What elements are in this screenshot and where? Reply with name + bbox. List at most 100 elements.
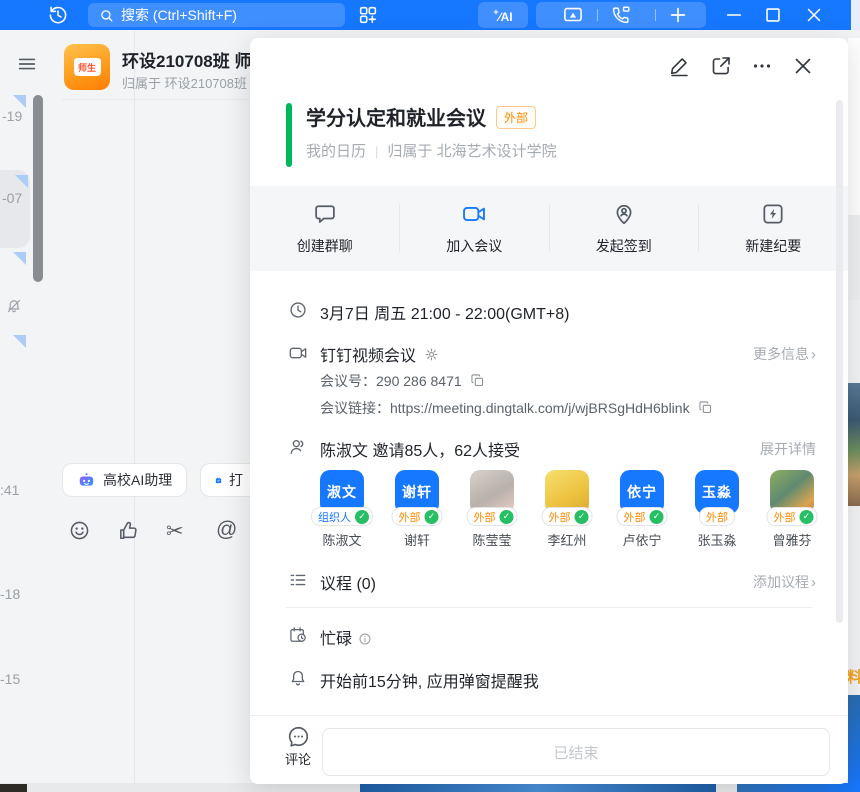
chat-image-fragment [848, 695, 860, 792]
copy-meeting-id-button[interactable] [470, 373, 485, 388]
minimize-icon [723, 4, 745, 26]
comment-button[interactable]: 评论 [280, 724, 316, 768]
meeting-link-row: 会议链接：https://meeting.dingtalk.com/j/wjBR… [320, 398, 713, 418]
chat-group-subtitle: 归属于 环设210708班 [122, 73, 247, 92]
attendee-name: 曾雅芬 [772, 530, 811, 549]
close-panel-button[interactable] [791, 54, 815, 78]
attendee-badge: 外部✓ [767, 507, 818, 526]
attendee-item: 外部✓ 陈莹莹 [470, 470, 514, 514]
search-input[interactable]: 搜索 (Ctrl+Shift+F) [88, 3, 345, 27]
like-button[interactable] [117, 519, 140, 542]
close-icon [803, 4, 825, 26]
more-info-link[interactable]: 更多信息› [753, 344, 816, 364]
attendee-name: 卢依宁 [622, 530, 661, 549]
group-avatar[interactable]: 师生 [64, 44, 110, 90]
reminder-bell-icon [288, 668, 308, 688]
hamburger-icon [16, 53, 38, 75]
minimize-button[interactable] [723, 4, 745, 26]
add-agenda-link[interactable]: 添加议程› [753, 572, 816, 592]
attendee-badge: 外部✓ [467, 507, 518, 526]
chat-unread-corner [13, 252, 26, 265]
hamburger-menu-button[interactable] [16, 53, 38, 75]
muted-bell-icon [5, 297, 23, 315]
action-label: 加入会议 [446, 236, 502, 256]
calendar-belongs: 归属于 北海艺术设计学院 [387, 143, 556, 160]
calendar-color-bar [286, 103, 292, 167]
join-meeting-button[interactable]: 加入会议 [400, 186, 550, 271]
new-minutes-button[interactable]: 新建纪要 [699, 186, 849, 271]
chat-list-time: -07 [2, 190, 22, 206]
agenda-label: 议程 (0) [320, 570, 376, 594]
action-divider [549, 204, 550, 252]
section-divider [286, 607, 812, 608]
attendee-name: 谢轩 [404, 530, 430, 549]
comment-bubble-icon [286, 724, 311, 749]
panel-scrollbar[interactable] [836, 100, 843, 623]
chat-text-fragment: 料 [847, 666, 860, 687]
subtitle-separator: | [375, 144, 378, 159]
chat-fragment [848, 215, 860, 300]
edit-event-button[interactable] [668, 54, 692, 78]
chat-list-time: -18 [0, 586, 20, 602]
checkin-pin-icon [611, 201, 637, 227]
chat-list-scrollbar[interactable] [33, 95, 43, 282]
attendee-item: 谢轩 外部✓ 谢轩 [395, 470, 439, 514]
meeting-ended-input[interactable]: 已结束 [322, 728, 830, 776]
ai-translate-icon: +∕AI [493, 7, 512, 24]
ai-assistant-label: 高校AI助理 [103, 470, 172, 490]
create-group-chat-button[interactable]: 创建群聊 [250, 186, 400, 271]
action-label: 发起签到 [596, 236, 652, 256]
close-icon [791, 54, 815, 78]
action-divider [399, 204, 400, 252]
start-checkin-button[interactable]: 发起签到 [549, 186, 699, 271]
attendee-badge: 外部 [699, 507, 735, 526]
attendee-badge: 组织人✓ [311, 507, 373, 526]
attendee-name: 张玉淼 [697, 530, 736, 549]
screenshot-button[interactable]: ✂ [166, 519, 184, 544]
meeting-settings-button[interactable] [424, 347, 439, 362]
open-external-button[interactable] [709, 54, 733, 78]
calendar-name: 我的日历 [306, 143, 366, 160]
history-icon [47, 4, 69, 26]
screen-share-icon [562, 4, 584, 26]
copy-meeting-link-button[interactable] [698, 400, 713, 415]
chat-list-divider [134, 30, 135, 783]
mention-button[interactable]: @ [216, 518, 237, 542]
event-time: 3月7日 周五 21:00 - 22:00(GMT+8) [320, 300, 569, 324]
meeting-link[interactable]: https://meeting.dingtalk.com/j/wjBRSgHdH… [390, 400, 690, 416]
busy-status[interactable]: 忙碌 [320, 631, 352, 648]
chat-bottom-image-fragment [737, 783, 860, 792]
chevron-right-icon: › [811, 574, 816, 591]
attendee-badge: 外部✓ [392, 507, 443, 526]
at-icon: @ [216, 518, 237, 541]
accepted-check-icon: ✓ [649, 509, 665, 525]
scissors-icon: ✂ [166, 520, 184, 543]
busy-status-icon [288, 625, 308, 645]
workbench-button[interactable] [357, 4, 379, 26]
expand-details-link[interactable]: 展开详情 [760, 439, 816, 459]
close-window-button[interactable] [803, 4, 825, 26]
attendee-item: 玉淼 外部 张玉淼 [695, 470, 739, 514]
attendee-badge: 外部✓ [542, 507, 593, 526]
robot-icon [77, 471, 96, 490]
action-divider [698, 204, 699, 252]
action-label: 创建群聊 [297, 236, 353, 256]
chat-bottom-dark-fragment [0, 784, 27, 792]
ai-assistant-button[interactable]: 高校AI助理 [62, 463, 187, 497]
chat-list-time: -19 [2, 108, 22, 124]
screen-share-button[interactable] [562, 4, 584, 26]
maximize-button[interactable] [762, 4, 784, 26]
reminder-text[interactable]: 开始前15分钟, 应用弹窗提醒我 [320, 668, 539, 692]
new-button[interactable] [667, 4, 689, 26]
ai-translate-button[interactable]: +∕AI [478, 2, 528, 28]
video-camera-icon [461, 201, 487, 227]
attendee-item: 外部✓ 曾雅芬 [770, 470, 814, 514]
history-button[interactable] [47, 4, 69, 26]
video-call-button[interactable] [610, 4, 632, 26]
meeting-id-row: 会议号：290 286 8471 [320, 371, 485, 391]
external-badge: 外部 [496, 106, 536, 129]
chat-group-title: 环设210708班 师 [122, 47, 251, 72]
more-options-button[interactable] [750, 54, 774, 78]
emoji-button[interactable] [68, 519, 91, 542]
chat-bottom-image-fragment [360, 783, 716, 792]
